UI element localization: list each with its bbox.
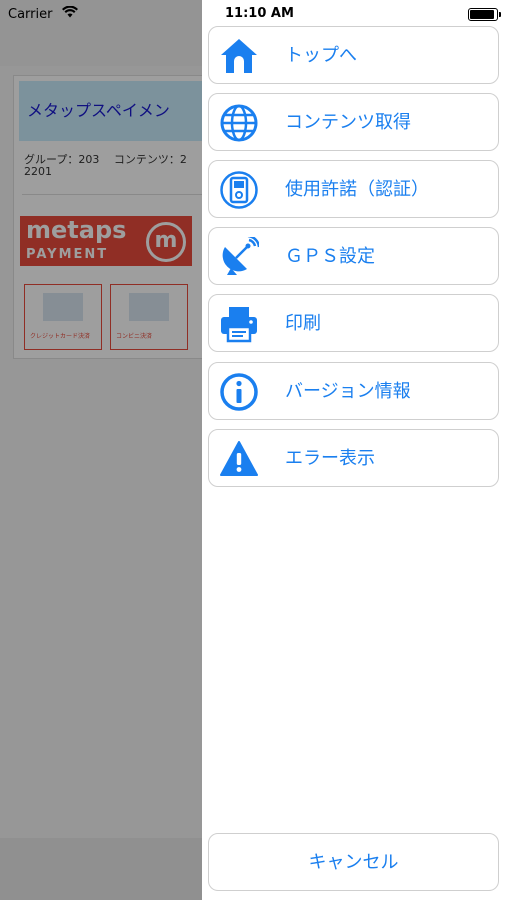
menu-item-label: コンテンツ取得 [285,112,411,133]
menu-item-error[interactable]: エラー表示 [208,429,499,487]
info-icon [220,373,258,411]
menu-item-gps[interactable]: ＧＰＳ設定 [208,227,499,285]
menu-item-label: ＧＰＳ設定 [285,246,375,267]
menu-item-label: バージョン情報 [285,381,411,402]
satellite-dish-icon [222,237,259,275]
device-icon [220,171,258,209]
clock: 11:10 AM [225,6,294,21]
menu-item-label: 使用許諾（認証） [285,179,429,200]
menu-status-bar: 11:10 AM [202,0,507,24]
battery-icon [468,8,501,21]
globe-icon [220,104,258,142]
printer-icon [221,307,257,343]
menu-item-top[interactable]: トップへ [208,26,499,84]
menu-item-license[interactable]: 使用許諾（認証） [208,160,499,218]
menu-item-print[interactable]: 印刷 [208,294,499,352]
menu-item-label: トップへ [285,45,357,66]
menu-item-content[interactable]: コンテンツ取得 [208,93,499,151]
side-menu: 11:10 AM トップへ コンテンツ取得 使用許諾（認証） ＧＰＳ設定 印刷 … [202,0,507,900]
menu-item-label: エラー表示 [285,448,375,469]
menu-item-version[interactable]: バージョン情報 [208,362,499,420]
cancel-button[interactable]: キャンセル [208,833,499,891]
home-icon [221,39,257,73]
menu-item-label: 印刷 [285,313,321,334]
warning-icon [220,441,258,476]
